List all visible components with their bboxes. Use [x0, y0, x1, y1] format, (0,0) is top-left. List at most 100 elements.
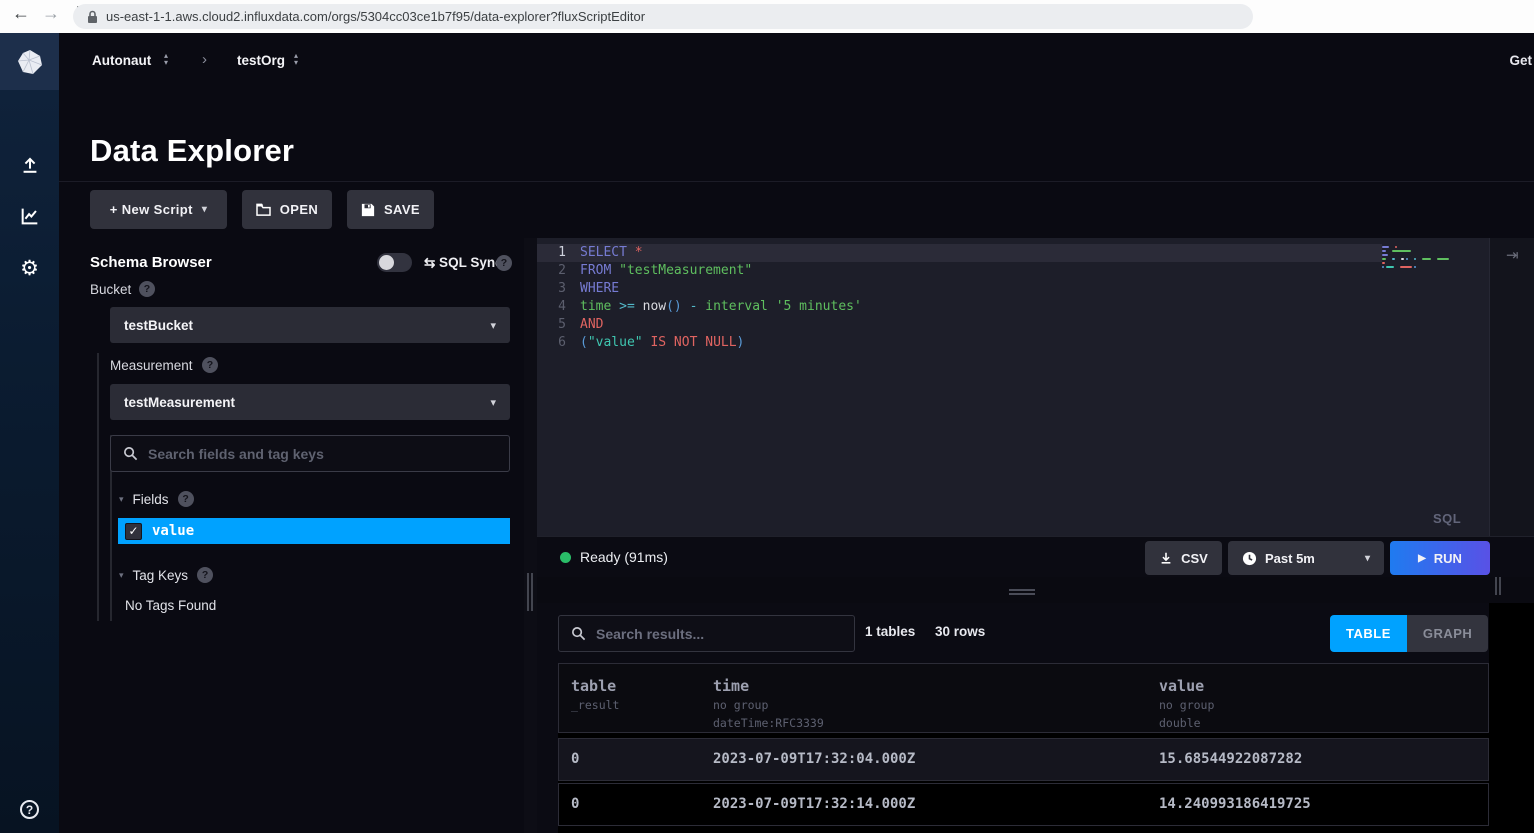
- bucket-help-icon[interactable]: ?: [139, 281, 155, 297]
- tag-keys-label: Tag Keys: [133, 568, 189, 583]
- measurement-value: testMeasurement: [124, 395, 235, 410]
- get-link[interactable]: Get: [1509, 53, 1532, 68]
- status-bar: Ready (91ms) CSV Past 5m ▾: [537, 536, 1534, 577]
- save-button[interactable]: SAVE: [347, 190, 434, 229]
- chevron-down-icon: ▾: [119, 570, 124, 581]
- code-area[interactable]: 1SELECT *2FROM "testMeasurement"3WHERE4t…: [537, 244, 1382, 352]
- field-value-row[interactable]: ✓ value: [118, 518, 510, 544]
- splitter-grip-icon: [1009, 589, 1035, 591]
- table-cell: 0: [571, 751, 579, 767]
- table-cell: 15.68544922087282: [1159, 751, 1302, 767]
- chevron-down-icon: ▾: [490, 396, 496, 409]
- help-button[interactable]: ?: [20, 800, 39, 819]
- tab-table[interactable]: TABLE: [1330, 615, 1407, 652]
- results-search-placeholder: Search results...: [596, 626, 704, 642]
- no-tags-text: No Tags Found: [125, 598, 216, 613]
- collapse-right-icon[interactable]: ⇥: [1506, 246, 1519, 264]
- time-range-value: Past 5m: [1265, 551, 1315, 566]
- table-cell: 0: [571, 796, 579, 812]
- editor-minimap[interactable]: [1382, 246, 1482, 270]
- help-icon: ?: [26, 803, 33, 817]
- editor-right-strip: ⇥: [1489, 238, 1534, 536]
- code-line[interactable]: 2FROM "testMeasurement": [537, 262, 1382, 280]
- schema-search-input[interactable]: Search fields and tag keys: [110, 435, 510, 472]
- graph-icon: [19, 205, 41, 227]
- browser-chrome: ← → ↻ us-east-1-1.aws.cloud2.influxdata.…: [0, 0, 1534, 33]
- results-table: table_result timeno groupdateTime:RFC3339…: [558, 663, 1489, 833]
- csv-button[interactable]: CSV: [1145, 541, 1222, 575]
- back-icon[interactable]: ←: [12, 3, 30, 24]
- suborg-switcher-icon[interactable]: ▴▾: [294, 52, 298, 66]
- run-button[interactable]: ▶ RUN: [1390, 541, 1490, 575]
- schema-search-placeholder: Search fields and tag keys: [148, 446, 324, 462]
- breadcrumb-separator-icon: ›: [202, 51, 207, 68]
- address-bar[interactable]: us-east-1-1.aws.cloud2.influxdata.com/or…: [73, 4, 1253, 29]
- code-line[interactable]: 3WHERE: [537, 280, 1382, 298]
- table-cell: 2023-07-09T17:32:04.000Z: [713, 751, 915, 767]
- horizontal-splitter[interactable]: [537, 577, 1534, 603]
- open-button[interactable]: OPEN: [242, 190, 332, 229]
- breadcrumb-org[interactable]: Autonaut: [92, 53, 151, 68]
- chevron-down-icon: ▾: [202, 204, 207, 215]
- code-line[interactable]: 4time >= now() - interval '5 minutes': [537, 298, 1382, 316]
- tag-keys-group[interactable]: ▾ Tag Keys ?: [119, 567, 213, 583]
- folder-icon: [256, 203, 271, 216]
- measurement-dropdown[interactable]: testMeasurement ▾: [110, 384, 510, 420]
- splitter-grip-icon: [1495, 577, 1497, 595]
- lock-icon: [87, 10, 98, 24]
- fields-label: Fields: [133, 492, 169, 507]
- bucket-dropdown[interactable]: testBucket ▾: [110, 307, 510, 343]
- schema-browser-panel: Schema Browser ⇆ SQL Sync ? Bucket ? tes…: [59, 238, 524, 833]
- new-script-button[interactable]: + New Script ▾: [90, 190, 227, 229]
- time-range-dropdown[interactable]: Past 5m ▾: [1228, 541, 1384, 575]
- forward-icon[interactable]: →: [42, 3, 60, 24]
- chevron-down-icon: ▾: [119, 494, 124, 505]
- measurement-indent-line: [97, 353, 99, 621]
- measurement-label: Measurement: [110, 358, 193, 373]
- data-explorer-nav-item[interactable]: [0, 199, 59, 233]
- chevron-down-icon: ▾: [1365, 553, 1370, 564]
- title-divider: [59, 181, 1534, 182]
- fields-help-icon[interactable]: ?: [178, 491, 194, 507]
- download-icon: [1159, 551, 1173, 565]
- vertical-splitter[interactable]: [524, 238, 537, 833]
- column-header: table_result: [571, 677, 619, 713]
- save-icon: [361, 203, 375, 217]
- fields-group[interactable]: ▾ Fields ?: [119, 491, 194, 507]
- code-line[interactable]: 6("value" IS NOT NULL): [537, 334, 1382, 352]
- table-row: 0 2023-07-09T17:32:04.000Z 15.685449220872…: [558, 738, 1489, 781]
- table-cell: 14.240993186419725: [1159, 796, 1311, 812]
- measurement-help-icon[interactable]: ?: [202, 357, 218, 373]
- settings-nav-item[interactable]: ⚙: [0, 251, 59, 285]
- upload-nav-item[interactable]: [0, 147, 59, 181]
- csv-label: CSV: [1181, 551, 1208, 566]
- code-line[interactable]: 5AND: [537, 316, 1382, 334]
- results-table-header: table_result timeno groupdateTime:RFC3339…: [558, 663, 1489, 733]
- breadcrumb-suborg[interactable]: testOrg: [237, 53, 285, 68]
- influxdb-logo[interactable]: [0, 33, 59, 90]
- org-switcher-icon[interactable]: ▴▾: [164, 52, 168, 66]
- tag-keys-help-icon[interactable]: ?: [197, 567, 213, 583]
- search-icon: [571, 626, 586, 641]
- sql-editor[interactable]: ⇤ 1SELECT *2FROM "testMeasurement"3WHERE…: [537, 238, 1534, 536]
- checkbox-checked-icon[interactable]: ✓: [125, 523, 142, 540]
- column-header: timeno groupdateTime:RFC3339: [713, 677, 824, 731]
- run-label: RUN: [1434, 551, 1462, 566]
- sql-sync-toggle[interactable]: [377, 253, 412, 272]
- search-icon: [123, 446, 138, 461]
- results-panel: Search results... 1 tables 30 rows TABLE…: [537, 603, 1534, 833]
- status-text: Ready (91ms): [580, 549, 668, 565]
- rows-count: 30 rows: [935, 624, 985, 639]
- screen: ← → ↻ us-east-1-1.aws.cloud2.influxdata.…: [0, 0, 1534, 833]
- code-line[interactable]: 1SELECT *: [537, 244, 1382, 262]
- results-search-input[interactable]: Search results...: [558, 615, 855, 652]
- chevron-down-icon: ▾: [490, 319, 496, 332]
- column-header: valueno groupdouble: [1159, 677, 1214, 731]
- splitter-grip-icon: [527, 573, 529, 611]
- upload-icon: [19, 153, 41, 175]
- new-script-label: + New Script: [110, 202, 193, 217]
- view-tabs: TABLE GRAPH: [1330, 615, 1488, 652]
- tab-graph[interactable]: GRAPH: [1407, 615, 1488, 652]
- sql-sync-help-icon[interactable]: ?: [496, 255, 512, 271]
- app-sidebar: ⚙ ?: [0, 33, 59, 833]
